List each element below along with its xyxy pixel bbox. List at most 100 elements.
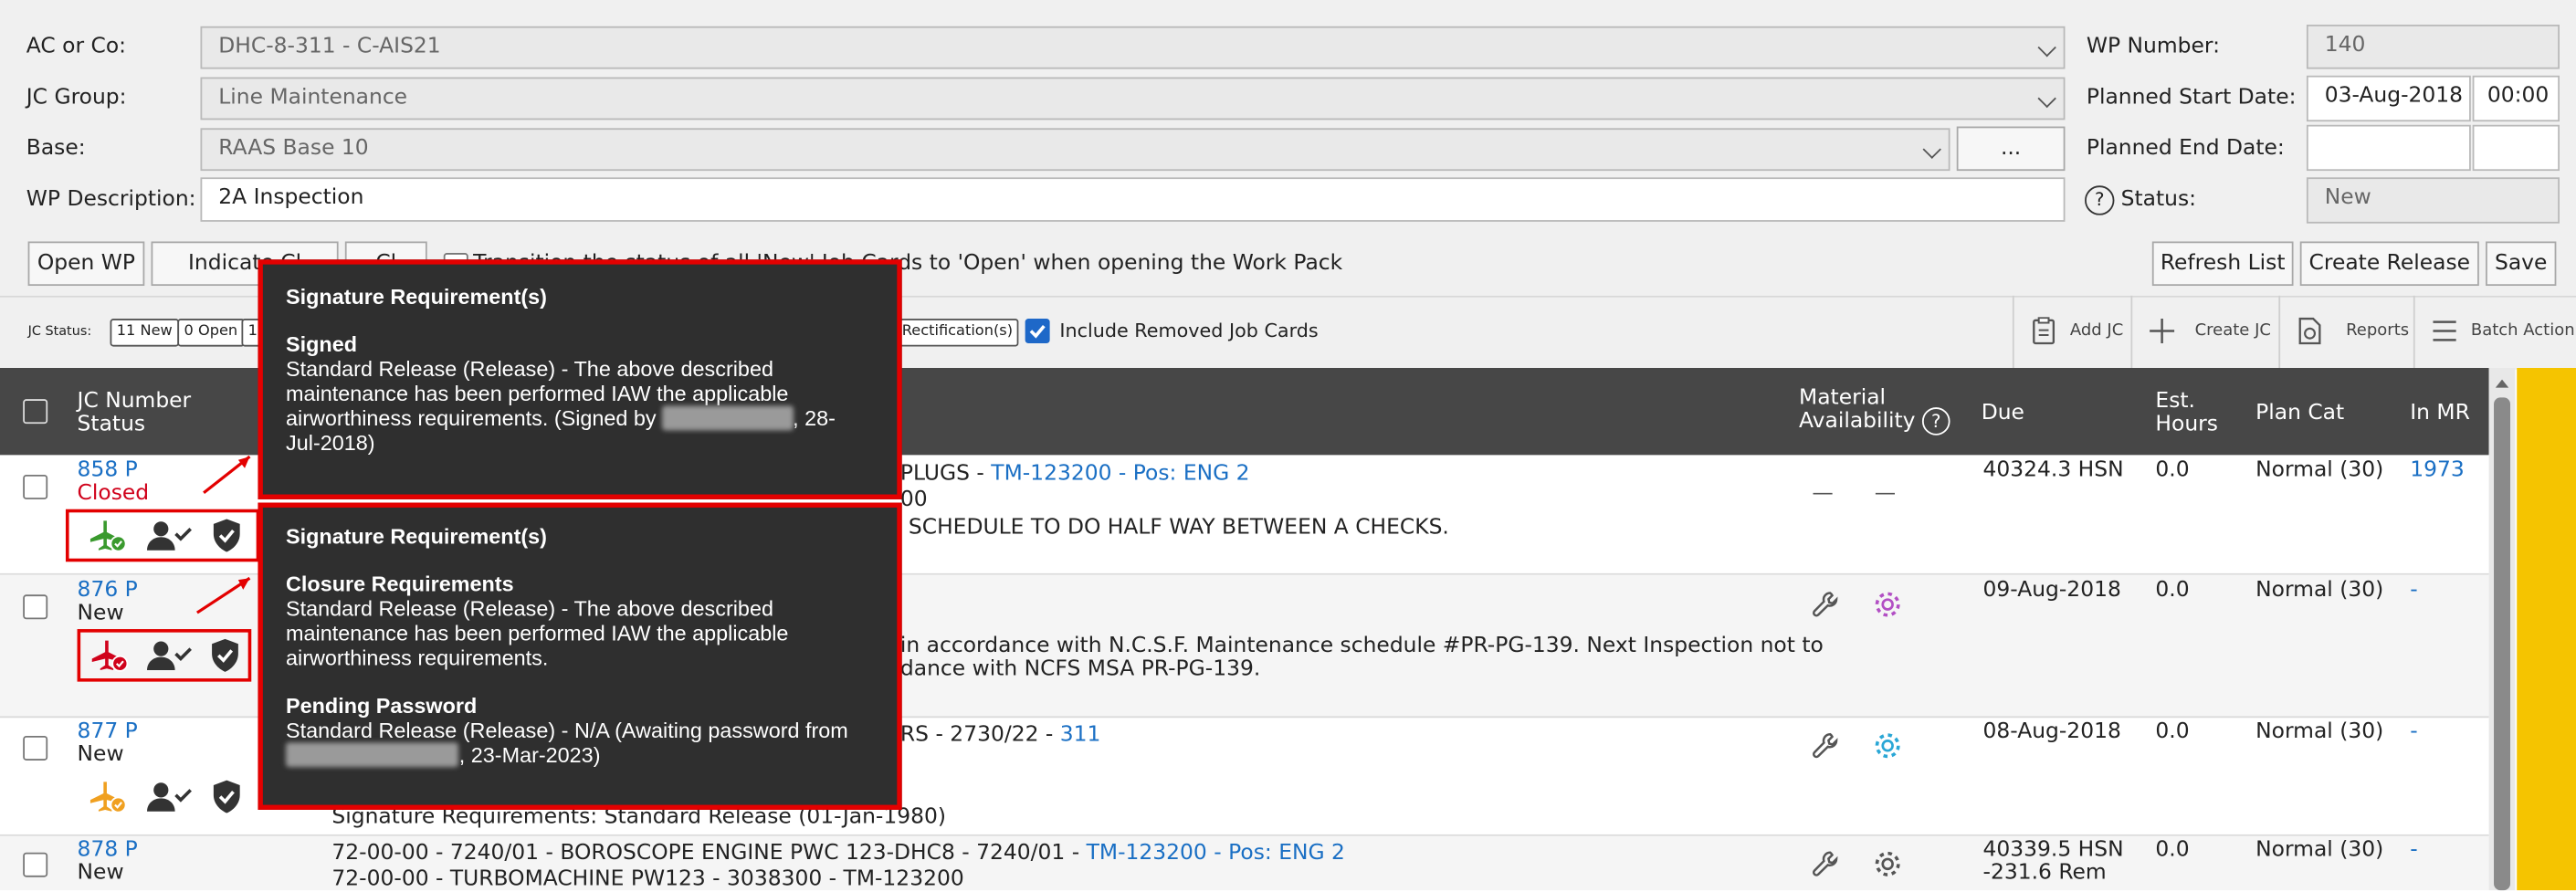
shield-check-icon	[210, 779, 243, 815]
due-value: 40339.5 HSN	[1982, 837, 2124, 863]
clipboard-icon	[2031, 317, 2057, 345]
header-status: Status	[77, 412, 146, 437]
user-check-icon	[146, 781, 192, 813]
jc-status: New	[77, 742, 124, 768]
gear-icon[interactable]	[1873, 590, 1902, 619]
annotation-arrows	[196, 455, 251, 614]
task-line3: SCHEDULE TO DO HALF WAY BETWEEN A CHECKS…	[908, 515, 1449, 540]
scroll-up-icon[interactable]	[2489, 372, 2516, 394]
base-more-button[interactable]: ...	[1956, 126, 2066, 172]
jc-number-link[interactable]: 858 P	[78, 458, 138, 483]
est-hours-value: 0.0	[2155, 457, 2190, 483]
due-value: 08-Aug-2018	[1982, 719, 2121, 744]
due-remaining: -231.6 Rem	[1982, 860, 2107, 886]
wrench-icon[interactable]	[1811, 849, 1840, 878]
select-all-checkbox[interactable]	[23, 399, 48, 425]
ac-label: AC or Co:	[26, 34, 127, 59]
due-value: 40324.3 HSN	[1982, 457, 2124, 483]
jc-group-select[interactable]: Line Maintenance	[200, 77, 2066, 121]
status-field: New	[2306, 177, 2560, 224]
plan-cat-value: Normal (30)	[2255, 837, 2384, 863]
header-hours: Hours	[2155, 412, 2218, 437]
gear-icon[interactable]	[1873, 731, 1902, 761]
gear-icon[interactable]	[1873, 849, 1902, 878]
chip-open[interactable]: 0 Open	[177, 319, 245, 347]
wp-description-input[interactable]: 2A Inspection	[200, 177, 2066, 222]
header-plan-cat: Plan Cat	[2255, 400, 2345, 425]
chip-rectification[interactable]: Rectification(s)	[897, 319, 1020, 347]
est-hours-value: 0.0	[2155, 578, 2190, 603]
table-row[interactable]: 878 P New 72-00-00 - 7240/01 - BOROSCOPE…	[0, 835, 2489, 892]
row-checkbox[interactable]	[23, 594, 48, 620]
in-mr-link[interactable]: -	[2410, 719, 2417, 744]
create-release-button[interactable]: Create Release	[2299, 241, 2479, 287]
base-select[interactable]: RAAS Base 10	[200, 128, 1950, 172]
in-mr-link[interactable]: -	[2410, 838, 2417, 863]
chip-new[interactable]: 11 New	[110, 319, 180, 347]
create-jc-button[interactable]: Create JC	[2130, 295, 2280, 368]
header-material: Material	[1799, 385, 1887, 411]
side-panel-strip	[2517, 367, 2576, 891]
open-wp-button[interactable]: Open WP	[27, 241, 145, 287]
planned-start-label: Planned Start Date:	[2086, 85, 2297, 110]
est-hours-value: 0.0	[2155, 837, 2190, 863]
highlight-box	[77, 629, 252, 682]
task-line1: RS - 2730/22 - 311	[899, 722, 1101, 748]
jc-number-link[interactable]: 877 P	[78, 719, 138, 744]
planned-end-date-input[interactable]	[2306, 124, 2471, 172]
refresh-list-button[interactable]: Refresh List	[2151, 241, 2294, 287]
aircraft-icon	[86, 639, 129, 672]
menu-icon	[2432, 317, 2458, 345]
jc-number-link[interactable]: 876 P	[78, 578, 138, 603]
task-line1: in accordance with N.C.S.F. Maintenance …	[899, 634, 1824, 659]
wp-description-label: WP Description:	[26, 187, 196, 213]
header-in-mr: In MR	[2410, 400, 2470, 425]
in-mr-link[interactable]: -	[2410, 578, 2417, 603]
header-due: Due	[1981, 400, 2024, 425]
include-removed-checkbox[interactable]	[1025, 319, 1050, 344]
plan-cat-value: Normal (30)	[2255, 578, 2384, 603]
task-line1: PLUGS - TM-123200 - Pos: ENG 2	[899, 461, 1250, 487]
wp-number-field: 140	[2306, 24, 2560, 69]
planned-start-date-input[interactable]: 03-Aug-2018	[2306, 75, 2471, 122]
row-checkbox[interactable]	[23, 852, 48, 877]
add-jc-button[interactable]: Add JC	[2012, 295, 2132, 368]
scrollbar[interactable]	[2488, 367, 2516, 891]
task-line2: 72-00-00 - TURBOMACHINE PW123 - 3038300 …	[331, 866, 964, 892]
redacted-name: Xxxxxxx Xxxxxxxx	[286, 742, 459, 768]
ac-select[interactable]: DHC-8-311 - C-AIS21	[200, 26, 2066, 69]
signature-tooltip-signed: Signature Requirement(s) Signed Standard…	[258, 259, 902, 499]
jc-status: New	[77, 601, 124, 626]
redacted-name: Xxxxx Xxxxxx	[662, 405, 794, 431]
task-line2: dance with NCFS MSA PR-PG-139.	[899, 656, 1261, 682]
chevron-down-icon	[2037, 89, 2056, 109]
aircraft-icon	[84, 781, 127, 813]
est-hours-value: 0.0	[2155, 719, 2190, 744]
jc-status: Closed	[77, 481, 150, 507]
reports-button[interactable]: Reports	[2278, 295, 2414, 368]
row-checkbox[interactable]	[23, 474, 48, 499]
signature-tooltip-pending: Signature Requirement(s) Closure Require…	[258, 502, 902, 810]
user-check-icon	[146, 639, 192, 672]
in-mr-link[interactable]: 1973	[2410, 458, 2465, 483]
chevron-down-icon	[1922, 140, 1941, 159]
row-checkbox[interactable]	[23, 735, 48, 761]
scrollbar-thumb[interactable]	[2494, 397, 2511, 891]
batch-action-button[interactable]: Batch Action	[2413, 295, 2576, 368]
jc-number-link[interactable]: 878 P	[78, 838, 138, 863]
wrench-icon[interactable]	[1811, 731, 1840, 761]
planned-end-time-input[interactable]	[2472, 124, 2560, 172]
plan-cat-value: Normal (30)	[2255, 719, 2384, 744]
wrench-icon[interactable]	[1811, 590, 1840, 619]
header-availability: Availability	[1799, 408, 1916, 434]
base-label: Base:	[26, 136, 86, 162]
help-icon[interactable]: ?	[2085, 185, 2115, 215]
save-button[interactable]: Save	[2486, 241, 2557, 287]
planned-end-label: Planned End Date:	[2086, 136, 2285, 162]
due-value: 09-Aug-2018	[1982, 578, 2121, 603]
user-check-icon	[146, 519, 192, 552]
material-help-icon[interactable]: ?	[1921, 407, 1950, 436]
planned-start-time-input[interactable]: 00:00	[2472, 75, 2560, 122]
jc-status: New	[77, 860, 124, 886]
task-line1: 72-00-00 - 7240/01 - BOROSCOPE ENGINE PW…	[331, 841, 1345, 866]
